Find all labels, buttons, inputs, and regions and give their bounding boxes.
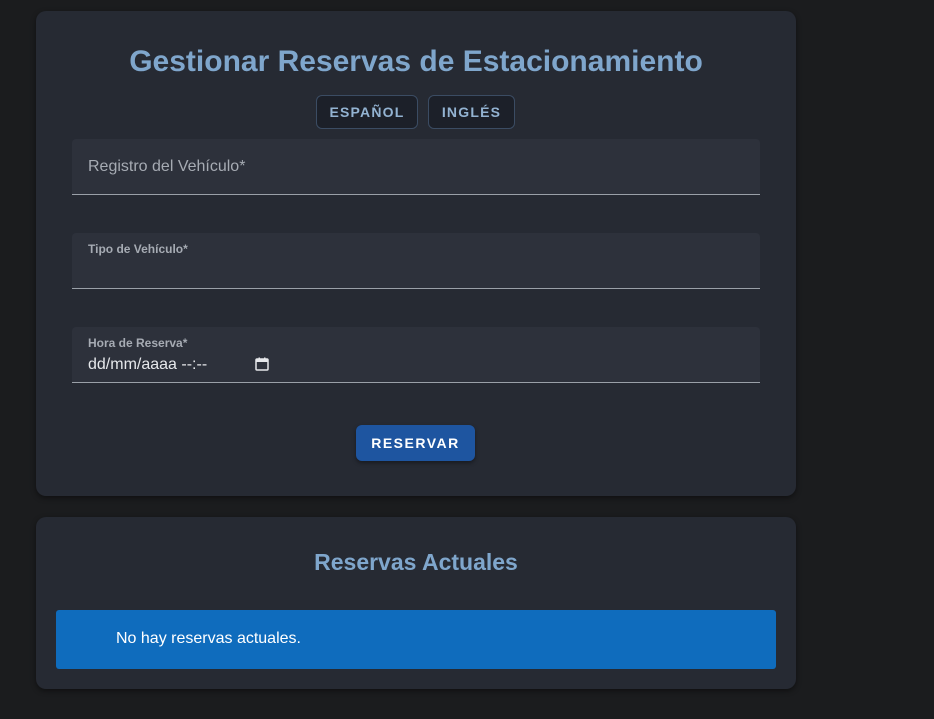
- vehicle-registration-placeholder: Registro del Vehículo*: [88, 158, 246, 175]
- reservations-title: Reservas Actuales: [314, 549, 518, 575]
- empty-reservations-alert: No hay reservas actuales.: [56, 610, 776, 669]
- empty-reservations-message: No hay reservas actuales.: [116, 630, 301, 647]
- booking-form-card: Gestionar Reservas de Estacionamiento ES…: [36, 11, 796, 496]
- vehicle-type-field[interactable]: Tipo de Vehículo*: [72, 233, 760, 289]
- current-reservations-card: Reservas Actuales No hay reservas actual…: [36, 517, 796, 689]
- english-language-button[interactable]: INGLÉS: [428, 95, 515, 129]
- vehicle-type-label: Tipo de Vehículo*: [88, 242, 188, 256]
- calendar-icon[interactable]: [255, 357, 269, 371]
- booking-time-field[interactable]: Hora de Reserva* dd/mm/aaaa --:--: [72, 327, 760, 383]
- vehicle-registration-field[interactable]: Registro del Vehículo*: [72, 139, 760, 195]
- booking-time-value: dd/mm/aaaa --:--: [88, 356, 208, 373]
- reserve-button[interactable]: RESERVAR: [356, 425, 475, 461]
- spanish-language-button[interactable]: ESPAÑOL: [316, 95, 418, 129]
- page-title: Gestionar Reservas de Estacionamiento: [129, 45, 703, 78]
- booking-time-label: Hora de Reserva*: [88, 336, 188, 350]
